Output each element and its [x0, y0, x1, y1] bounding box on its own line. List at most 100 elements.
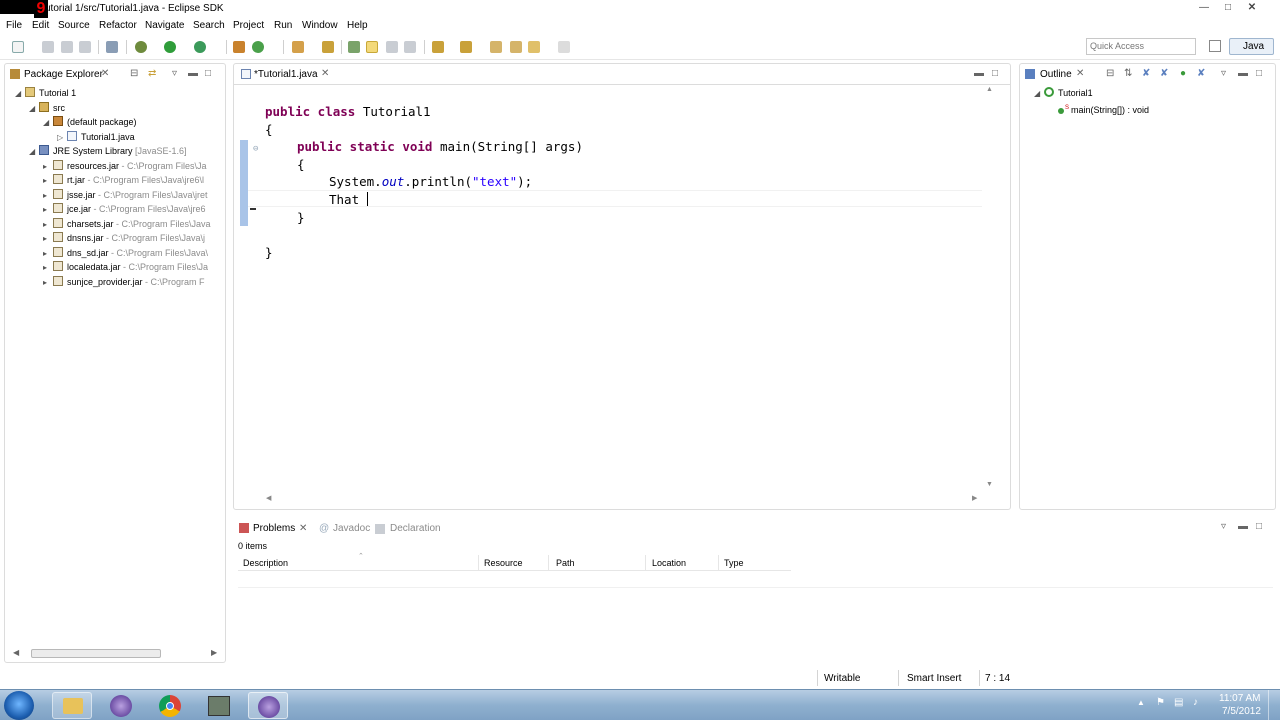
tab-declaration[interactable]: Declaration: [390, 523, 441, 534]
collapse-all-icon[interactable]: ⊟: [1106, 68, 1114, 79]
tree-item[interactable]: ▸ sunjce_provider.jar - C:\Program F: [15, 275, 225, 290]
expand-toggle-icon[interactable]: ◢: [29, 102, 39, 117]
tree-item[interactable]: ◢ Tutorial 1: [15, 86, 225, 101]
toggle-icon[interactable]: [106, 41, 118, 53]
scroll-down-icon[interactable]: ▼: [986, 481, 993, 488]
tree-item[interactable]: ▷ Tutorial1.java: [15, 130, 225, 145]
print-icon[interactable]: [79, 41, 91, 53]
menu-source[interactable]: Source: [58, 20, 90, 31]
clock-date[interactable]: 7/5/2012: [1222, 706, 1261, 717]
next-annotation-icon[interactable]: [348, 41, 360, 53]
new-package-icon[interactable]: [233, 41, 245, 53]
expand-toggle-icon[interactable]: ◢: [43, 116, 53, 131]
link-editor-icon[interactable]: ⇄: [148, 68, 156, 79]
expand-toggle-icon[interactable]: ▸: [43, 174, 53, 189]
taskbar-eclipse-2[interactable]: [248, 692, 288, 719]
maximize-view-icon[interactable]: □: [205, 68, 211, 79]
taskbar-explorer[interactable]: [52, 692, 92, 719]
tree-item[interactable]: ◢ JRE System Library [JavaSE-1.6]: [15, 144, 225, 159]
run-icon[interactable]: [164, 41, 176, 53]
expand-toggle-icon[interactable]: ▸: [43, 189, 53, 204]
tree-item[interactable]: ▸ jsse.jar - C:\Program Files\Java\jret: [15, 188, 225, 203]
tree-item[interactable]: ◢ (default package): [15, 115, 225, 130]
back-icon[interactable]: [510, 41, 522, 53]
scroll-thumb[interactable]: [31, 649, 161, 658]
expand-toggle-icon[interactable]: ▸: [43, 218, 53, 233]
forward-disabled-icon[interactable]: [558, 41, 570, 53]
menu-search[interactable]: Search: [193, 20, 225, 31]
forward-icon[interactable]: [528, 41, 540, 53]
minimize-view-icon[interactable]: ▬: [1238, 68, 1248, 79]
tree-item[interactable]: ▸ resources.jar - C:\Program Files\Ja: [15, 159, 225, 174]
expand-toggle-icon[interactable]: ▸: [43, 232, 53, 247]
last-edit-icon[interactable]: [490, 41, 502, 53]
maximize-button[interactable]: □: [1220, 2, 1236, 14]
minimize-view-icon[interactable]: ▬: [188, 68, 198, 79]
expand-toggle-icon[interactable]: ◢: [29, 145, 39, 160]
close-editor-icon[interactable]: ✕: [321, 68, 329, 79]
new-class-icon[interactable]: [252, 41, 264, 53]
prev-edit-icon[interactable]: [460, 41, 472, 53]
next-edit-icon[interactable]: [432, 41, 444, 53]
clock-time[interactable]: 11:07 AM: [1219, 693, 1261, 704]
editor-tab[interactable]: *Tutorial1.java ✕ ▬ □: [234, 64, 1010, 84]
expand-toggle-icon[interactable]: ▸: [43, 261, 53, 276]
close-tab-icon[interactable]: ✕: [101, 68, 109, 79]
menu-help[interactable]: Help: [347, 20, 368, 31]
minimize-button[interactable]: —: [1196, 2, 1212, 14]
menu-refactor[interactable]: Refactor: [99, 20, 137, 31]
minimize-editor-icon[interactable]: ▬: [974, 68, 984, 79]
expand-toggle-icon[interactable]: ▸: [43, 247, 53, 262]
column-location[interactable]: Location: [652, 558, 686, 568]
hide-fields-icon[interactable]: ✘: [1142, 68, 1150, 79]
expand-toggle-icon[interactable]: ▸: [43, 276, 53, 291]
menu-file[interactable]: File: [6, 20, 22, 31]
tree-item[interactable]: ▸ rt.jar - C:\Program Files\Java\jre6\l: [15, 173, 225, 188]
sort-icon[interactable]: ⇅: [1124, 68, 1132, 79]
view-menu-icon[interactable]: ▿: [1221, 68, 1226, 79]
column-resource[interactable]: Resource: [484, 558, 523, 568]
open-perspective-icon[interactable]: [1209, 40, 1221, 52]
hide-local-types-icon[interactable]: ✘: [1197, 68, 1205, 79]
scroll-up-icon[interactable]: ▲: [986, 86, 993, 93]
show-whitespace-icon[interactable]: [404, 41, 416, 53]
scroll-right-icon[interactable]: ▶: [972, 494, 977, 502]
tree-item[interactable]: ◢ src: [15, 101, 225, 116]
tree-item[interactable]: ▸ jce.jar - C:\Program Files\Java\jre6: [15, 202, 225, 217]
expand-toggle-icon[interactable]: ▷: [57, 131, 67, 146]
expand-toggle-icon[interactable]: ▸: [43, 203, 53, 218]
outline-method-item[interactable]: Smain(String[]) : void: [1034, 101, 1149, 116]
column-type[interactable]: Type: [724, 558, 744, 568]
minimize-view-icon[interactable]: ▬: [1238, 521, 1248, 532]
menu-run[interactable]: Run: [274, 20, 292, 31]
expand-toggle-icon[interactable]: ◢: [15, 87, 25, 102]
maximize-view-icon[interactable]: □: [1256, 68, 1262, 79]
collapse-all-icon[interactable]: ⊟: [130, 68, 138, 79]
menu-navigate[interactable]: Navigate: [145, 20, 184, 31]
close-problems-icon[interactable]: ✕: [299, 523, 307, 534]
taskbar-app[interactable]: [199, 692, 239, 719]
expand-toggle-icon[interactable]: ▸: [43, 160, 53, 175]
maximize-view-icon[interactable]: □: [1256, 521, 1262, 532]
horizontal-scrollbar[interactable]: ◀ ▶: [13, 648, 218, 660]
outline-class-item[interactable]: ◢ Tutorial1: [1034, 86, 1149, 101]
maximize-editor-icon[interactable]: □: [992, 68, 998, 79]
show-desktop-button[interactable]: [1268, 690, 1280, 721]
tray-volume-icon[interactable]: ♪: [1193, 697, 1198, 708]
package-explorer-tab[interactable]: Package Explorer ✕ ⊟ ⇄ ▿ ▬ □: [5, 64, 225, 84]
quick-access-input[interactable]: Quick Access: [1086, 38, 1196, 55]
tab-problems[interactable]: Problems: [253, 523, 295, 534]
hide-nonpublic-icon[interactable]: ●: [1180, 68, 1186, 79]
java-perspective-button[interactable]: Java: [1229, 38, 1274, 55]
close-button[interactable]: ✕: [1244, 2, 1260, 14]
new-icon[interactable]: [12, 41, 24, 53]
tab-javadoc[interactable]: Javadoc: [333, 523, 370, 534]
tree-item[interactable]: ▸ localedata.jar - C:\Program Files\Ja: [15, 260, 225, 275]
open-type-icon[interactable]: [292, 41, 304, 53]
taskbar-chrome[interactable]: [150, 692, 190, 719]
external-tools-icon[interactable]: [194, 41, 206, 53]
start-button[interactable]: [4, 691, 34, 720]
block-selection-icon[interactable]: [386, 41, 398, 53]
save-icon[interactable]: [42, 41, 54, 53]
scroll-left-icon[interactable]: ◀: [266, 494, 271, 502]
